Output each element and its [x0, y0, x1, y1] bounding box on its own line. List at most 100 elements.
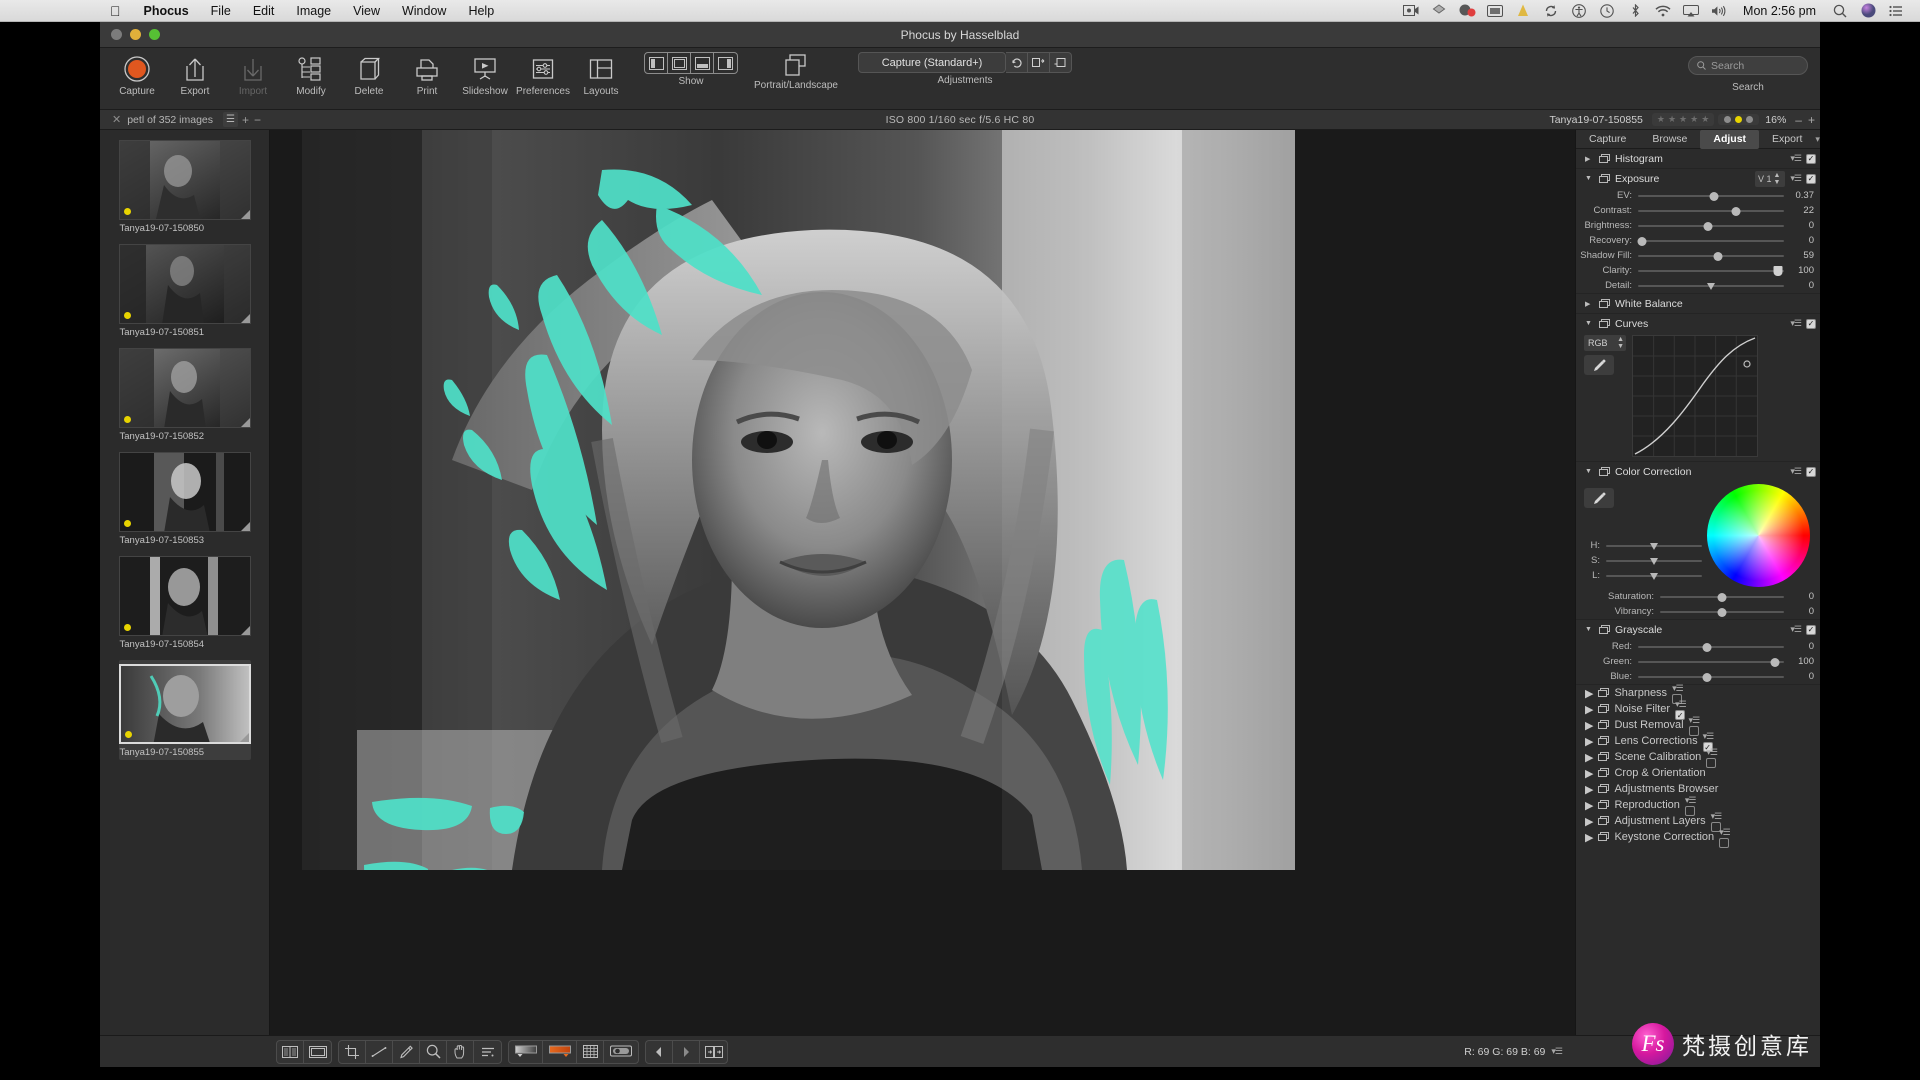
slider-brightness[interactable]: Brightness: 0 [1576, 218, 1820, 233]
list-item-selected[interactable]: Tanya19-07-150855 [118, 660, 251, 760]
bluetooth-icon[interactable] [1621, 0, 1649, 22]
menu-window[interactable]: Window [391, 0, 457, 22]
sync-icon[interactable] [1537, 0, 1565, 22]
chevron-down-icon[interactable]: ▼ [1585, 626, 1594, 633]
section-menu-icon[interactable]: ▾☰ [1685, 795, 1697, 805]
section-header-keystone-correction[interactable]: ▶ Keystone Correction ▾☰ [1576, 827, 1820, 848]
color-label-picker[interactable] [1718, 114, 1760, 125]
tab-browse[interactable]: Browse [1639, 130, 1700, 149]
slider-blue[interactable]: Blue: 0 [1576, 669, 1820, 684]
chevron-right-icon[interactable]: ▶ [1585, 783, 1593, 796]
panel-menu-icon[interactable]: ▾☰ [1815, 134, 1820, 145]
toolbar-layouts-button[interactable]: Layouts [572, 52, 630, 97]
thumbnail-image[interactable] [118, 452, 251, 532]
section-menu-icon[interactable]: ▾☰ [1675, 699, 1687, 709]
slider-value[interactable]: 0 [1784, 671, 1816, 682]
section-header-scene-calibration[interactable]: ▶ Scene Calibration ▾☰ [1576, 747, 1820, 768]
list-item[interactable]: Tanya19-07-150850 [118, 140, 251, 234]
cone-icon[interactable] [1509, 0, 1537, 22]
search-input[interactable]: Search [1688, 56, 1808, 75]
hand-pan-icon[interactable] [447, 1040, 474, 1063]
wifi-icon[interactable] [1649, 0, 1677, 22]
browser-menu-icon[interactable]: ☰ [223, 112, 239, 127]
chevron-right-icon[interactable]: ▶ [1585, 815, 1593, 828]
stepper-icon[interactable]: ▲ ▼ [1773, 172, 1782, 186]
menu-view[interactable]: View [342, 0, 391, 22]
section-header-histogram[interactable]: ▶ Histogram ▾☰ ✓ [1576, 149, 1820, 168]
notification-center-icon[interactable] [1882, 0, 1910, 22]
section-header-sharpness[interactable]: ▶ Sharpness ▾☰ [1576, 683, 1820, 704]
slider-track[interactable] [1638, 655, 1784, 669]
section-menu-icon[interactable]: ▾☰ [1719, 827, 1731, 837]
slider-track[interactable] [1638, 264, 1784, 278]
chevron-right-icon[interactable]: ▶ [1585, 687, 1593, 700]
siri-icon[interactable] [1854, 0, 1882, 22]
toolbar-capture-button[interactable]: Capture [108, 52, 166, 97]
chevron-right-icon[interactable]: ▶ [1585, 751, 1593, 764]
slider-clarity[interactable]: Clarity: 100 [1576, 263, 1820, 278]
tab-adjust[interactable]: Adjust [1700, 130, 1760, 149]
slider-track[interactable] [1660, 590, 1784, 604]
slider-green[interactable]: Green: 100 [1576, 654, 1820, 669]
slider-track[interactable] [1660, 605, 1784, 619]
stepper-icon[interactable]: ▲ ▼ [1617, 336, 1626, 350]
star-icon[interactable]: ★ [1679, 114, 1687, 125]
slider-value[interactable]: 0 [1784, 235, 1816, 246]
next-icon[interactable] [673, 1040, 700, 1063]
slider-lightness[interactable]: L: [1584, 568, 1706, 583]
toolbar-import-button[interactable]: Import [224, 52, 282, 97]
slider-track[interactable] [1638, 189, 1784, 203]
star-icon[interactable]: ★ [1657, 114, 1665, 125]
section-menu-icon[interactable]: ▾☰ [1706, 747, 1718, 757]
section-header-dust-removal[interactable]: ▶ Dust Removal ▾☰ [1576, 715, 1820, 736]
section-enable-checkbox[interactable]: ✓ [1806, 318, 1816, 329]
section-header-exposure[interactable]: ▼ Exposure V 1 ▲ ▼ ▾☰ ✓ [1576, 169, 1820, 188]
slider-value[interactable]: 0 [1784, 280, 1816, 291]
toolbar-modify-button[interactable]: Modify [282, 52, 340, 97]
chevron-down-icon[interactable]: ▼ [1585, 175, 1594, 182]
toolbar-delete-button[interactable]: Delete [340, 52, 398, 97]
section-menu-icon[interactable]: ▾☰ [1672, 683, 1684, 693]
split-view-icon[interactable] [277, 1040, 304, 1063]
menu-edit[interactable]: Edit [242, 0, 286, 22]
eyedropper-icon[interactable] [1584, 488, 1614, 508]
toolbar-print-button[interactable]: Print [398, 52, 456, 97]
chevron-right-icon[interactable]: ▶ [1585, 767, 1593, 780]
chevron-down-icon[interactable]: ▼ [1585, 468, 1594, 475]
list-item[interactable]: Tanya19-07-150853 [118, 452, 251, 546]
slider-saturation-hsl[interactable]: S: [1584, 553, 1706, 568]
list-item[interactable]: Tanya19-07-150854 [118, 556, 251, 650]
zoom-out-button[interactable]: – [1792, 113, 1805, 127]
search-icon[interactable] [1826, 0, 1854, 22]
color-label-dot[interactable] [1724, 116, 1732, 123]
thumbnail-image[interactable] [118, 140, 251, 220]
slider-track[interactable] [1638, 640, 1784, 654]
section-menu-icon[interactable]: ▾☰ [1790, 466, 1802, 477]
section-menu-icon[interactable]: ▾☰ [1790, 318, 1802, 329]
slider-value[interactable]: 0 [1784, 606, 1816, 617]
gradient-icon[interactable] [509, 1040, 543, 1063]
remove-collection-button[interactable]: − [253, 113, 262, 127]
show-full-icon[interactable] [668, 53, 691, 73]
zoom-loupe-icon[interactable] [420, 1040, 447, 1063]
volume-icon[interactable] [1705, 0, 1733, 22]
menu-phocus[interactable]: Phocus [133, 0, 200, 22]
airplay-icon[interactable] [1677, 0, 1705, 22]
slider-value[interactable]: 0.37 [1784, 190, 1816, 201]
color-strip-icon[interactable] [543, 1040, 577, 1063]
slider-value[interactable]: 59 [1784, 250, 1816, 261]
section-header-grayscale[interactable]: ▼ Grayscale ▾☰ ✓ [1576, 620, 1820, 639]
add-collection-button[interactable]: + [241, 113, 250, 127]
section-header-curves[interactable]: ▼ Curves ▾☰ ✓ [1576, 314, 1820, 333]
slider-track[interactable] [1638, 279, 1784, 293]
menu-image[interactable]: Image [285, 0, 342, 22]
section-header-reproduction[interactable]: ▶ Reproduction ▾☰ [1576, 795, 1820, 816]
thumbnail-browser[interactable]: Tanya19-07-150850 Tanya19-07-150851 Tany… [100, 130, 270, 1035]
section-header-adjustments-browser[interactable]: ▶ Adjustments Browser [1576, 781, 1820, 797]
section-enable-checkbox[interactable]: ✓ [1806, 466, 1816, 477]
list-item[interactable]: Tanya19-07-150851 [118, 244, 251, 338]
star-icon[interactable]: ★ [1701, 114, 1709, 125]
menu-help[interactable]: Help [457, 0, 505, 22]
slider-red[interactable]: Red: 0 [1576, 639, 1820, 654]
slider-hue[interactable]: H: [1584, 538, 1706, 553]
